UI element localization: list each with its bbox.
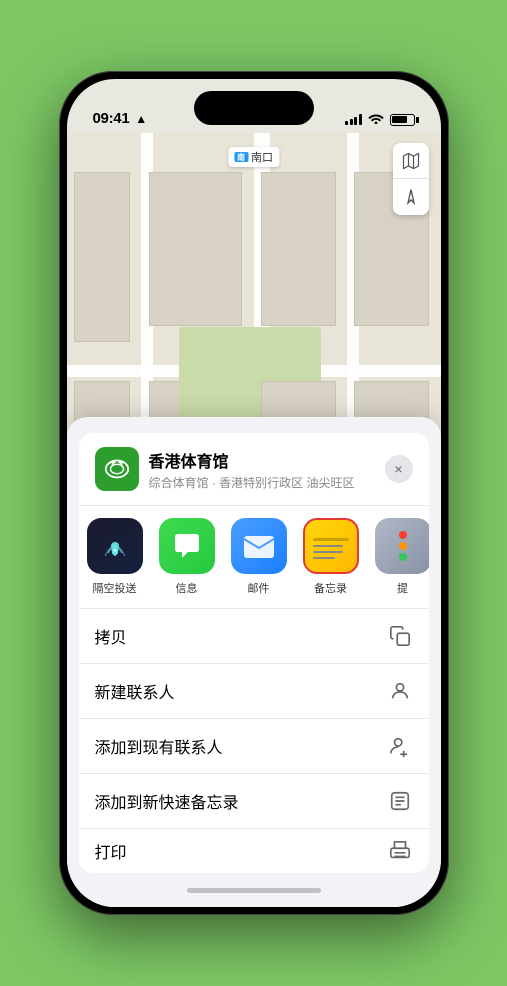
notes-label: 备忘录 — [314, 580, 347, 596]
more-label: 提 — [397, 580, 408, 596]
person-add-icon — [387, 733, 413, 759]
messages-label: 信息 — [176, 580, 198, 596]
location-label-icon: 南 — [234, 152, 248, 162]
printer-icon — [387, 838, 413, 864]
home-indicator — [67, 873, 441, 907]
battery-icon — [390, 114, 415, 126]
action-add-contact-label: 添加到现有联系人 — [95, 734, 223, 758]
share-action-airdrop[interactable]: 隔空投送 — [79, 518, 151, 596]
location-label-text: 南口 — [251, 149, 273, 165]
note-icon — [387, 788, 413, 814]
share-action-more[interactable]: 提 — [367, 518, 429, 596]
share-action-notes[interactable]: 备忘录 — [295, 518, 367, 596]
airdrop-icon — [87, 518, 143, 574]
venue-name: 香港体育馆 — [149, 448, 385, 472]
action-add-note-label: 添加到新快速备忘录 — [95, 789, 239, 813]
messages-icon — [159, 518, 215, 574]
person-icon — [387, 678, 413, 704]
share-action-messages[interactable]: 信息 — [151, 518, 223, 596]
status-icons — [345, 112, 415, 127]
action-list: 拷贝 新建联系人 — [79, 609, 429, 873]
phone-frame: 09:41 ▲ — [59, 71, 449, 915]
action-new-contact[interactable]: 新建联系人 — [79, 664, 429, 719]
location-button[interactable] — [393, 179, 429, 215]
action-copy-label: 拷贝 — [95, 624, 127, 648]
venue-subtitle: 综合体育馆 · 香港特别行政区 油尖旺区 — [149, 474, 385, 491]
action-add-note[interactable]: 添加到新快速备忘录 — [79, 774, 429, 829]
venue-info: 香港体育馆 综合体育馆 · 香港特别行政区 油尖旺区 — [149, 448, 385, 491]
action-new-contact-label: 新建联系人 — [95, 679, 175, 703]
dynamic-island — [194, 91, 314, 125]
mail-label: 邮件 — [248, 580, 270, 596]
location-label: 南 南口 — [228, 147, 279, 167]
map-controls[interactable] — [393, 143, 429, 215]
home-bar — [187, 888, 321, 893]
close-button[interactable]: × — [385, 455, 413, 483]
action-print[interactable]: 打印 — [79, 829, 429, 873]
action-print-label: 打印 — [95, 839, 127, 863]
wifi-icon — [368, 112, 384, 127]
share-action-mail[interactable]: 邮件 — [223, 518, 295, 596]
map-type-button[interactable] — [393, 143, 429, 179]
action-add-contact[interactable]: 添加到现有联系人 — [79, 719, 429, 774]
phone-screen: 09:41 ▲ — [67, 79, 441, 907]
bottom-sheet: 香港体育馆 综合体育馆 · 香港特别行政区 油尖旺区 × — [67, 417, 441, 907]
airdrop-label: 隔空投送 — [93, 580, 137, 596]
notes-icon — [303, 518, 359, 574]
share-actions-row: 隔空投送 信息 — [79, 506, 429, 608]
copy-icon — [387, 623, 413, 649]
action-copy[interactable]: 拷贝 — [79, 609, 429, 664]
location-indicator: ▲ — [135, 112, 147, 126]
status-time: 09:41 ▲ — [93, 110, 147, 127]
venue-logo — [95, 447, 139, 491]
mail-icon — [231, 518, 287, 574]
more-icon — [375, 518, 429, 574]
venue-header: 香港体育馆 综合体育馆 · 香港特别行政区 油尖旺区 × — [79, 433, 429, 505]
signal-bars — [345, 114, 362, 125]
